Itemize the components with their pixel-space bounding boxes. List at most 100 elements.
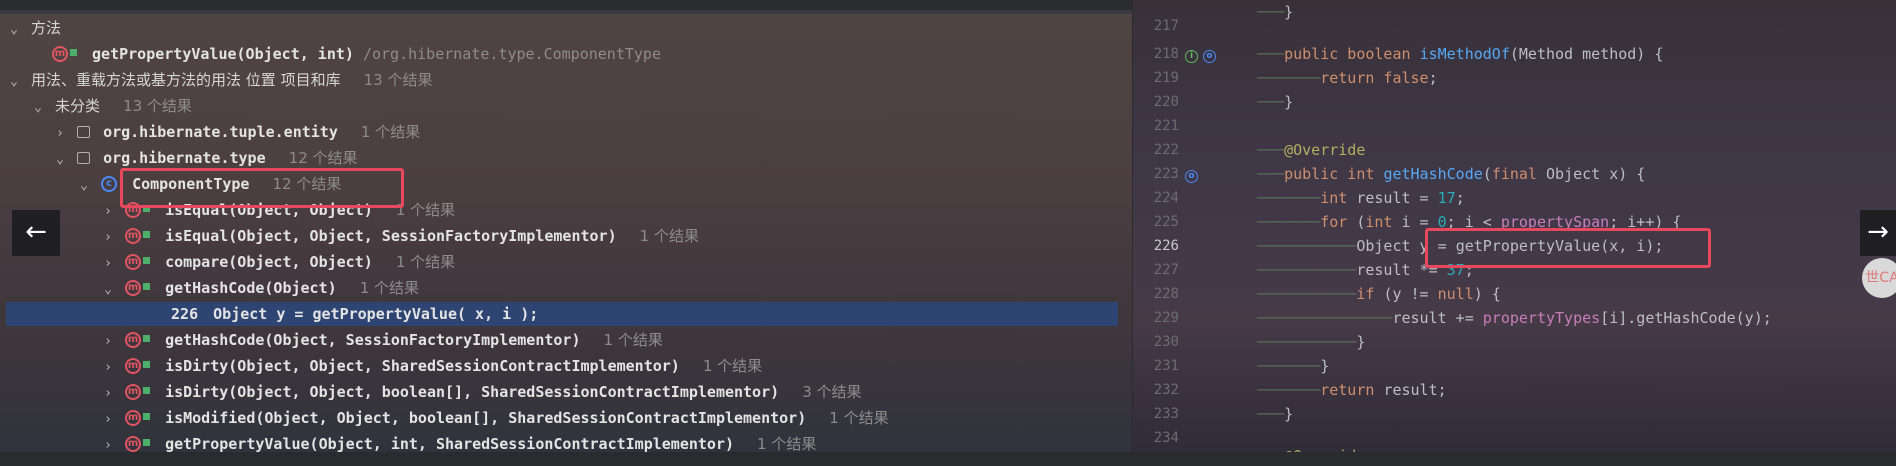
line-number: 234 (1153, 430, 1179, 446)
code-line: ───} (1257, 405, 1294, 423)
code-line: ───public boolean isMethodOf(Method meth… (1257, 45, 1664, 63)
usage-line-row[interactable]: 226 Object y = getPropertyValue( x, i ); (6, 302, 1118, 326)
target-method-path: /org.hibernate.type.ComponentType (362, 45, 661, 63)
public-access-icon (143, 439, 151, 446)
code-line: ───────────} (1257, 333, 1366, 351)
method-icon: m (125, 279, 142, 296)
method-count: 1 个结果 (757, 435, 817, 452)
method-count: 3 个结果 (802, 383, 862, 401)
override-gutter-icon[interactable]: o (1203, 50, 1216, 63)
override-gutter-icon[interactable]: o (1185, 170, 1198, 183)
chevron-right-icon[interactable]: › (100, 226, 116, 250)
chevron-down-icon[interactable]: ⌄ (52, 148, 68, 172)
code-line: ───────return result; (1257, 381, 1447, 399)
line-number: 230 (1153, 334, 1179, 350)
red-highlight-box (1425, 228, 1711, 268)
floating-badge[interactable]: 世CA (1862, 258, 1896, 298)
chevron-right-icon[interactable]: › (100, 252, 116, 276)
find-usages-tree: ⌄ 方法 m getPropertyValue(Object, int) /or… (0, 14, 1132, 452)
tree-item-method[interactable]: ⌄ m getHashCode(Object) 1 个结果 (100, 276, 419, 300)
uncategorized-count: 13 个结果 (123, 97, 192, 115)
public-access-icon (143, 231, 151, 238)
code-editor[interactable]: 217 218 219 220 221 222 223 224 225 226 … (1132, 0, 1896, 452)
code-line: ───────────────result += propertyTypes[i… (1257, 309, 1772, 327)
method-name: getHashCode(Object) (165, 279, 337, 297)
tree-item-method[interactable]: › m isDirty(Object, Object, boolean[], S… (100, 380, 862, 406)
chevron-right-icon[interactable]: › (100, 382, 116, 406)
line-number: 233 (1153, 406, 1179, 422)
method-count: 1 个结果 (829, 409, 889, 427)
method-name: isDirty(Object, Object, SharedSessionCon… (165, 357, 680, 375)
tree-node-package-type[interactable]: ⌄ org.hibernate.type 12 个结果 (52, 146, 358, 172)
back-arrow-button[interactable]: ← (12, 210, 60, 256)
method-icon: m (125, 253, 142, 270)
line-number: 231 (1153, 358, 1179, 374)
method-icon: m (125, 409, 142, 426)
tree-node-usages[interactable]: ⌄ 用法、重载方法或基方法的用法 位置 项目和库 13 个结果 (6, 68, 432, 92)
package-name: org.hibernate.type (103, 149, 266, 167)
forward-arrow-button[interactable]: → (1860, 210, 1896, 256)
tree-node-methods[interactable]: ⌄ 方法 (6, 16, 61, 40)
code-line: ───public int getHashCode(final Object x… (1257, 165, 1646, 183)
line-number: 219 (1153, 70, 1179, 86)
code-line: ───────} (1257, 357, 1330, 375)
chevron-right-icon[interactable]: › (100, 408, 116, 432)
tree-item-method[interactable]: › m isModified(Object, Object, boolean[]… (100, 406, 889, 430)
method-icon: m (125, 357, 142, 374)
method-icon: m (125, 435, 142, 452)
target-method-name: getPropertyValue(Object, int) (92, 45, 354, 63)
chevron-down-icon[interactable]: ⌄ (6, 70, 22, 94)
method-count: 1 个结果 (359, 279, 419, 297)
tree-item-method[interactable]: › m isEqual(Object, Object, SessionFacto… (100, 224, 699, 248)
chevron-right-icon[interactable]: › (52, 122, 68, 146)
code-line: ───────────if (y != null) { (1257, 285, 1501, 303)
line-number: 232 (1153, 382, 1179, 398)
chevron-right-icon[interactable]: › (100, 356, 116, 380)
method-count: 1 个结果 (702, 357, 763, 375)
chevron-right-icon[interactable]: › (100, 434, 116, 452)
line-number: 223 (1153, 166, 1179, 182)
methods-header: 方法 (31, 19, 62, 37)
tree-item-method[interactable]: › m isDirty(Object, Object, SharedSessio… (100, 354, 762, 378)
tree-item-method[interactable]: › m getPropertyValue(Object, int, Shared… (100, 432, 816, 452)
public-access-icon (143, 413, 151, 420)
usages-header: 用法、重载方法或基方法的用法 位置 项目和库 (31, 71, 341, 89)
method-name: getHashCode(Object, SessionFactoryImplem… (165, 331, 581, 349)
method-count: 1 个结果 (395, 201, 456, 219)
class-icon: c (101, 175, 118, 192)
line-number: 225 (1153, 214, 1179, 230)
code-line: ───────return false; (1257, 69, 1438, 87)
package-count: 12 个结果 (288, 149, 358, 167)
tree-node-package-tuple-entity[interactable]: › org.hibernate.tuple.entity 1 个结果 (52, 120, 420, 144)
usage-line-number: 226 (171, 305, 199, 323)
method-count: 1 个结果 (603, 331, 663, 349)
method-icon: m (125, 227, 142, 244)
tree-node-target-method[interactable]: m getPropertyValue(Object, int) /org.hib… (52, 42, 661, 66)
public-access-icon (143, 257, 151, 264)
chevron-down-icon[interactable]: ⌄ (6, 18, 22, 42)
window-bottom-bar (0, 452, 1896, 466)
line-number: 220 (1153, 94, 1179, 110)
chevron-right-icon[interactable]: › (100, 200, 116, 224)
chevron-down-icon[interactable]: ⌄ (76, 174, 92, 198)
public-access-icon (143, 361, 151, 368)
method-icon: m (125, 383, 142, 400)
code-line: ───@Override (1257, 444, 1365, 452)
usage-line-code: Object y = getPropertyValue( x, i ); (213, 305, 539, 323)
method-icon: m (52, 45, 68, 62)
usages-count: 13 个结果 (363, 71, 433, 89)
line-number: 218 (1153, 46, 1179, 62)
chevron-down-icon[interactable]: ⌄ (30, 96, 46, 120)
tree-item-method[interactable]: › m getHashCode(Object, SessionFactoryIm… (100, 328, 663, 352)
code-line: ───} (1257, 3, 1294, 21)
method-name: isEqual(Object, Object, SessionFactoryIm… (165, 227, 617, 245)
implementation-gutter-icon[interactable]: i (1185, 50, 1198, 63)
chevron-right-icon[interactable]: › (100, 330, 116, 354)
tree-node-uncategorized[interactable]: ⌄ 未分类 13 个结果 (30, 94, 192, 118)
tree-item-method[interactable]: › m compare(Object, Object) 1 个结果 (100, 250, 455, 274)
line-number: 217 (1153, 18, 1179, 34)
chevron-down-icon[interactable]: ⌄ (100, 278, 116, 302)
method-count: 1 个结果 (395, 253, 456, 271)
line-number-current: 226 (1153, 238, 1179, 254)
code-line: ───────int result = 17; (1257, 189, 1465, 207)
